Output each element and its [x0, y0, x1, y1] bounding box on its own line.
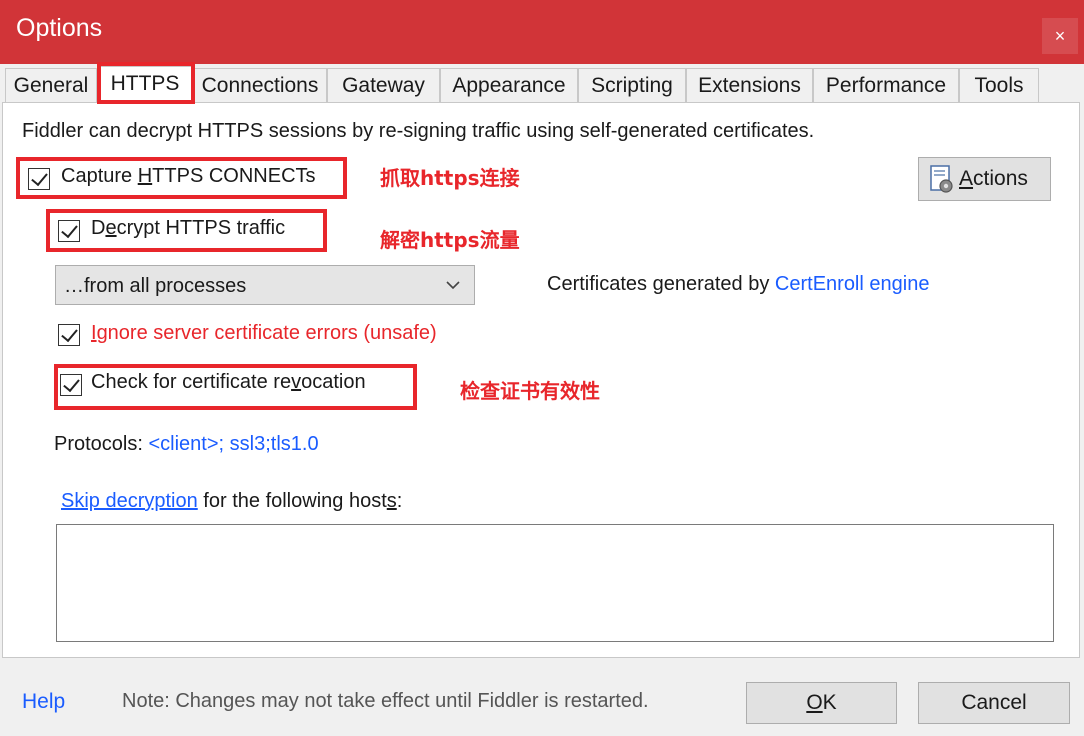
restart-note: Note: Changes may not take effect until … — [122, 690, 649, 712]
ignore-cert-errors-checkbox[interactable] — [58, 324, 80, 346]
protocols-text: Protocols: <client>; ssl3;tls1.0 — [54, 433, 319, 455]
close-icon: × — [1054, 26, 1066, 46]
checkmark-icon — [61, 324, 78, 343]
protocols-link[interactable]: <client>; ssl3;tls1.0 — [148, 433, 318, 455]
close-button[interactable]: × — [1042, 18, 1078, 54]
chevron-down-icon — [446, 281, 460, 290]
certenroll-engine-link[interactable]: CertEnroll engine — [775, 273, 930, 295]
annotation-decrypt: 解密https流量 — [380, 228, 520, 252]
cancel-button[interactable]: Cancel — [918, 682, 1070, 724]
ignore-cert-errors-label[interactable]: Ignore server certificate errors (unsafe… — [91, 322, 437, 345]
window-title: Options — [16, 14, 103, 42]
tab-connections[interactable]: Connections — [193, 68, 327, 102]
tab-scripting[interactable]: Scripting — [578, 68, 686, 102]
highlight-decrypt — [46, 209, 327, 252]
certificate-gear-icon — [930, 165, 953, 193]
actions-label: Actions — [959, 167, 1028, 190]
tab-appearance[interactable]: Appearance — [440, 68, 578, 102]
ok-button[interactable]: OK — [746, 682, 897, 724]
skip-hosts-input[interactable] — [56, 524, 1054, 642]
title-bar: Options × — [0, 0, 1084, 64]
process-filter-dropdown[interactable]: …from all processes — [55, 265, 475, 305]
tab-general[interactable]: General — [5, 68, 97, 102]
actions-button[interactable]: Actions — [918, 157, 1051, 201]
tab-extensions[interactable]: Extensions — [686, 68, 813, 102]
skip-decryption-text: Skip decryption for the following hosts: — [61, 490, 403, 512]
tab-performance[interactable]: Performance — [813, 68, 959, 102]
tab-tools[interactable]: Tools — [959, 68, 1039, 102]
annotation-revocation: 检查证书有效性 — [460, 379, 600, 403]
process-filter-value: …from all processes — [64, 275, 247, 297]
https-description: Fiddler can decrypt HTTPS sessions by re… — [22, 120, 815, 142]
skip-decryption-link[interactable]: Skip decryption — [61, 490, 198, 512]
cert-generator-text: Certificates generated by CertEnroll eng… — [547, 273, 930, 295]
tab-gateway[interactable]: Gateway — [327, 68, 440, 102]
help-link[interactable]: Help — [22, 690, 65, 714]
highlight-https-tab — [97, 62, 195, 104]
highlight-capture — [16, 157, 347, 199]
highlight-revocation — [54, 364, 417, 410]
annotation-capture: 抓取https连接 — [380, 166, 520, 190]
